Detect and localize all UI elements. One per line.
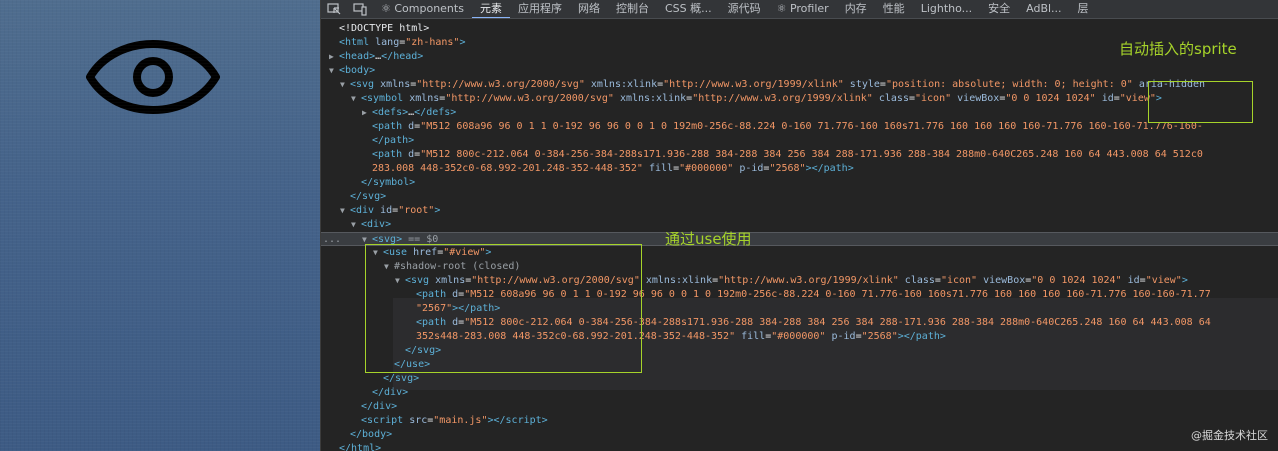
expand-triangle-icon[interactable]: ▶ [362,106,367,120]
elements-tree: <!DOCTYPE html> <html lang="zh-hans"> ▶ <he… [321,20,1278,451]
sprite-annotation: 自动插入的sprite [1119,40,1237,58]
collapse-triangle-icon[interactable]: ▼ [351,218,356,232]
dom-node[interactable]: <path d="M512 608a96 96 0 1 1 0-192 96 9… [321,120,1278,134]
dom-node[interactable]: <!DOCTYPE html> [321,22,1278,36]
dom-node[interactable]: ▼ <symbol xmlns="http://www.w3.org/2000/s… [321,92,1278,106]
dom-node[interactable]: 283.008 448-352c0-68.992-201.248-352-448… [321,162,1278,176]
watermark: @掘金技术社区 [1191,429,1268,442]
dom-node[interactable]: ▶ <defs>…</defs> [321,106,1278,120]
dom-node[interactable]: ▼ <div> [321,218,1278,232]
collapse-triangle-icon[interactable]: ▼ [340,204,345,218]
dom-node[interactable]: <path d="M512 800c-212.064 0-384-256-384… [321,148,1278,162]
dom-node-markup: 283.008 448-352c0-68.992-201.248-352-448… [372,163,854,174]
sprite-highlight-box [1148,81,1253,123]
dom-node[interactable]: </svg> [321,372,1278,386]
devtools-panel: ⚛ Components 元素 应用程序 网络 控制台 CSS 概... 源代码 ⚛ Prof… [320,0,1278,451]
dom-node-markup: <div id="root"> [350,205,441,216]
devtools-tab[interactable]: 源代码 [720,0,769,18]
dom-node[interactable]: </path> [321,134,1278,148]
collapse-triangle-icon[interactable]: ▼ [329,64,334,78]
dom-node-markup: </svg> [350,191,387,202]
collapse-triangle-icon[interactable]: ▼ [340,78,345,92]
devtools-tab[interactable]: AdBl... [1018,0,1069,18]
dom-node-markup: <path d="M512 608a96 96 0 1 1 0-192 96 9… [372,121,1203,132]
dom-node[interactable]: </body> [321,428,1278,442]
dom-node[interactable]: </div> [321,400,1278,414]
node-actions-ellipsis[interactable]: ... [323,233,341,245]
dom-node[interactable]: </div> [321,386,1278,400]
collapse-triangle-icon[interactable]: ▼ [351,92,356,106]
dom-node-markup: <svg xmlns="http://www.w3.org/2000/svg" … [350,79,1206,90]
devtools-tab[interactable]: 控制台 [608,0,657,18]
devtools-tab[interactable]: ⚛ Components [373,0,472,18]
devtools-tab[interactable]: 性能 [875,0,913,18]
dom-node[interactable]: <script src="main.js"></script> [321,414,1278,428]
dom-node-markup: </div> [372,387,409,398]
dom-node-markup: </symbol> [361,177,416,188]
eye-icon [86,40,220,114]
dom-node-markup: <!DOCTYPE html> [339,23,430,34]
dom-node-markup: <script src="main.js"></script> [361,415,548,426]
devtools-tab[interactable]: 元素 [471,0,510,18]
expand-triangle-icon[interactable]: ▶ [329,50,334,64]
dom-node[interactable]: ▼ <div id="root"> [321,204,1278,218]
devtools-tab[interactable]: Lightho... [913,0,980,18]
dom-node-markup: <defs>…</defs> [372,107,457,118]
dom-node-markup: </div> [361,401,398,412]
devtools-tabbar: ⚛ Components 元素 应用程序 网络 控制台 CSS 概... 源代码 ⚛ Prof… [321,0,1278,19]
use-highlight-box [365,244,642,373]
use-annotation: 通过use使用 [665,230,752,248]
dom-node[interactable]: </symbol> [321,176,1278,190]
page-preview [0,0,320,451]
devtools-tab[interactable]: CSS 概... [657,0,720,18]
dom-node-markup: <symbol xmlns="http://www.w3.org/2000/sv… [361,93,1162,104]
dom-node-markup: <path d="M512 800c-212.064 0-384-256-384… [372,149,1203,160]
dom-node-markup: <head>…</head> [339,51,424,62]
devtools-tab[interactable]: 应用程序 [510,0,570,18]
devtools-tab[interactable]: 网络 [570,0,608,18]
dom-node-markup: <div> [361,219,392,230]
inspect-element-icon[interactable] [321,0,347,18]
device-toolbar-icon[interactable] [347,0,373,18]
dom-node-markup: </body> [350,429,393,440]
dom-node-markup: <html lang="zh-hans"> [339,37,466,48]
dom-node[interactable]: ▼ <body> [321,64,1278,78]
devtools-tab[interactable]: ⚛ Profiler [769,0,837,18]
devtools-tab[interactable]: 内存 [837,0,875,18]
devtools-tabs: ⚛ Components 元素 应用程序 网络 控制台 CSS 概... 源代码 ⚛ Prof… [373,0,1097,18]
dom-node-markup: </svg> [383,373,420,384]
dom-node-markup: </html> [339,443,382,451]
dom-node-markup: <body> [339,65,376,76]
dom-node[interactable]: ▼ <svg xmlns="http://www.w3.org/2000/svg"… [321,78,1278,92]
dom-node-markup: </path> [372,135,415,146]
devtools-tab[interactable]: 层 [1070,0,1097,18]
dom-node[interactable]: </html> [321,442,1278,451]
dom-node[interactable]: </svg> [321,190,1278,204]
devtools-tab[interactable]: 安全 [980,0,1018,18]
